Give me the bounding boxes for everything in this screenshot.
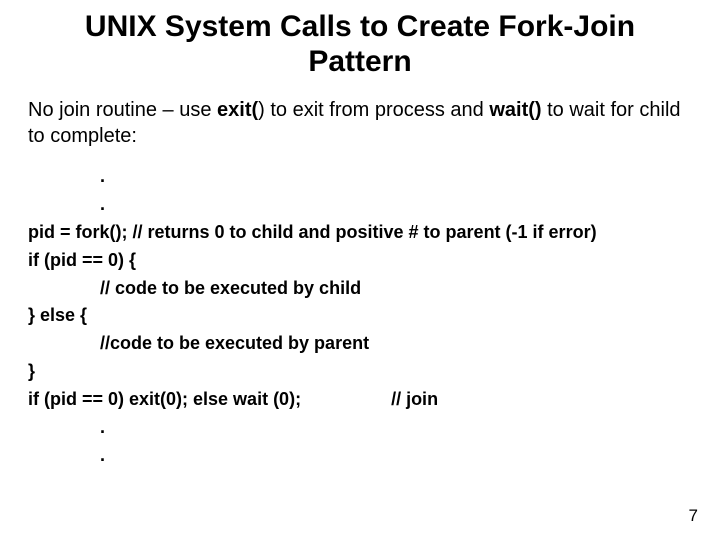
code-block: . . pid = fork(); // returns 0 to child … — [28, 163, 696, 470]
code-text: if (pid == 0) { — [28, 250, 136, 270]
code-line: //code to be executed by parent — [28, 330, 696, 358]
wait-call: wait() — [489, 99, 541, 121]
code-text: if (pid == 0) exit(0); else wait (0); — [28, 389, 301, 409]
slide-title: UNIX System Calls to Create Fork-Join Pa… — [24, 10, 696, 79]
exit-call: exit( — [217, 99, 258, 121]
code-text: . — [28, 414, 105, 442]
code-line: if (pid == 0) { — [28, 247, 696, 275]
code-comment: // join — [391, 389, 438, 409]
intro-text-1: No join routine – use — [28, 99, 217, 121]
code-line: } else { — [28, 302, 696, 330]
code-line: . — [28, 442, 696, 470]
code-text: . — [28, 191, 105, 219]
code-text: } else { — [28, 305, 87, 325]
code-line: if (pid == 0) exit(0); else wait (0); // … — [28, 386, 696, 414]
code-text: . — [28, 442, 105, 470]
code-text: pid = fork(); // returns 0 to child and … — [28, 222, 597, 242]
code-line: . — [28, 414, 696, 442]
code-line: pid = fork(); // returns 0 to child and … — [28, 219, 696, 247]
intro-text-2: ) to exit from process and — [258, 99, 489, 121]
code-line: // code to be executed by child — [28, 275, 696, 303]
code-text: . — [28, 163, 105, 191]
intro-paragraph: No join routine – use exit() to exit fro… — [28, 97, 696, 149]
page-number: 7 — [689, 506, 698, 526]
slide: UNIX System Calls to Create Fork-Join Pa… — [0, 0, 720, 540]
code-text: } — [28, 361, 35, 381]
code-line: } — [28, 358, 696, 386]
code-text: //code to be executed by parent — [28, 330, 369, 358]
code-line: . — [28, 191, 696, 219]
code-line: . — [28, 163, 696, 191]
code-text: // code to be executed by child — [28, 275, 361, 303]
